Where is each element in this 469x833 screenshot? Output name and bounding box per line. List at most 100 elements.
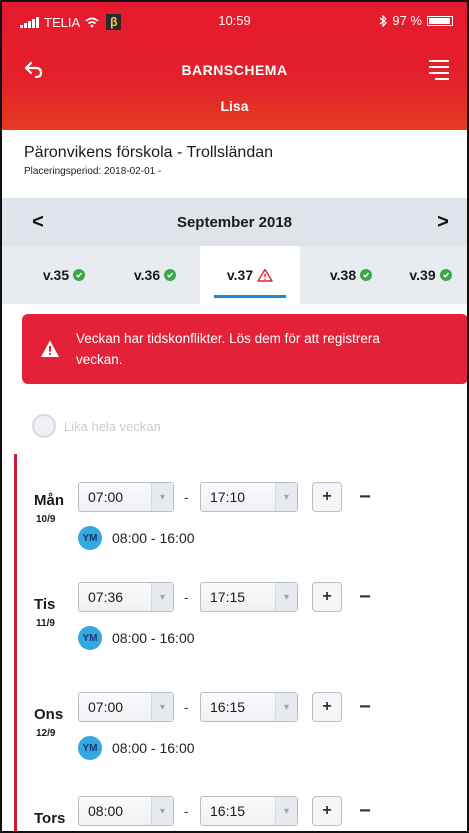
- day-name: Ons: [34, 706, 64, 723]
- chevron-down-icon: ▾: [151, 693, 173, 721]
- bluetooth-icon: [379, 14, 388, 27]
- chevron-down-icon: ▾: [275, 483, 297, 511]
- tab-week-38[interactable]: v.38: [310, 246, 392, 304]
- minus-icon: −: [359, 485, 371, 508]
- chevron-down-icon: ▾: [275, 693, 297, 721]
- check-circle-icon: [360, 269, 373, 281]
- end-time-value: 17:15: [210, 589, 246, 605]
- week-label: v.38: [329, 267, 357, 283]
- battery-percent: 97 %: [392, 13, 422, 28]
- week-label: v.37: [226, 267, 254, 283]
- start-time-select[interactable]: 07:00 ▾: [78, 692, 174, 722]
- warning-triangle-icon: [257, 268, 273, 282]
- chevron-down-icon: ▾: [151, 583, 173, 611]
- month-navigation: < September 2018 >: [2, 198, 467, 246]
- plus-icon: +: [322, 488, 332, 505]
- end-time-value: 16:15: [210, 803, 246, 819]
- end-time-select[interactable]: 17:15 ▾: [200, 582, 298, 612]
- plus-icon: +: [322, 802, 332, 819]
- week-tabs: v.35 v.36 v.37 v.38 v.39: [2, 246, 467, 304]
- app-frame: TELIA β 10:59 97 % BARNSCHEMA Lisa Päron…: [0, 0, 469, 833]
- time-separator: -: [184, 589, 189, 605]
- chevron-down-icon: ▾: [275, 797, 297, 825]
- check-circle-icon: [439, 269, 452, 281]
- toggle-circle-icon: [32, 414, 56, 438]
- menu-icon-line: [429, 60, 449, 62]
- week-label: v.36: [133, 267, 161, 283]
- remove-time-button[interactable]: −: [356, 796, 374, 826]
- end-time-select[interactable]: 16:15 ▾: [200, 796, 298, 826]
- week-label: v.35: [42, 267, 70, 283]
- school-name: Päronvikens förskola - Trollsländan: [24, 144, 274, 161]
- status-right: 97 %: [379, 13, 453, 28]
- chevron-down-icon: ▾: [275, 583, 297, 611]
- time-separator: -: [184, 803, 189, 819]
- add-time-button[interactable]: +: [312, 796, 342, 826]
- menu-button[interactable]: [421, 56, 449, 84]
- tab-week-35[interactable]: v.35: [24, 246, 104, 304]
- day-name: Tis: [34, 596, 56, 613]
- minus-icon: −: [359, 585, 371, 608]
- time-separator: -: [184, 699, 189, 715]
- day-date: 12/9: [36, 728, 56, 739]
- start-time-value: 07:00: [88, 699, 124, 715]
- day-date: 10/9: [36, 514, 56, 525]
- month-label: September 2018: [176, 213, 293, 231]
- page-title: BARNSCHEMA: [181, 62, 288, 78]
- staff-badge: YM: [78, 626, 102, 650]
- active-tab-indicator: [214, 295, 286, 298]
- check-circle-icon: [164, 269, 177, 281]
- same-week-label: Lika hela veckan: [64, 418, 161, 434]
- menu-icon-line: [429, 72, 449, 74]
- start-time-select[interactable]: 08:00 ▾: [78, 796, 174, 826]
- start-time-value: 07:36: [88, 589, 124, 605]
- check-circle-icon: [73, 269, 86, 281]
- app-header: TELIA β 10:59 97 % BARNSCHEMA Lisa: [2, 2, 467, 130]
- remove-time-button[interactable]: −: [356, 692, 374, 722]
- time-separator: -: [184, 489, 189, 505]
- start-time-value: 08:00: [88, 803, 124, 819]
- add-time-button[interactable]: +: [312, 582, 342, 612]
- remove-time-button[interactable]: −: [356, 482, 374, 512]
- remove-time-button[interactable]: −: [356, 582, 374, 612]
- prev-month-button[interactable]: <: [24, 208, 52, 236]
- alert-message: Veckan har tidskonflikter. Lös dem för a…: [76, 331, 380, 367]
- tab-week-36[interactable]: v.36: [114, 246, 196, 304]
- end-time-select[interactable]: 17:10 ▾: [200, 482, 298, 512]
- plus-icon: +: [322, 588, 332, 605]
- chevron-right-icon: >: [437, 210, 449, 233]
- end-time-select[interactable]: 16:15 ▾: [200, 692, 298, 722]
- same-week-toggle[interactable]: Lika hela veckan: [32, 414, 161, 438]
- scheduled-time: 08:00 - 16:00: [112, 740, 195, 756]
- conflict-alert: Veckan har tidskonflikter. Lös dem för a…: [22, 314, 467, 384]
- end-time-value: 16:15: [210, 699, 246, 715]
- tab-week-37[interactable]: v.37: [200, 246, 300, 304]
- child-name: Lisa: [220, 98, 249, 114]
- placement-period: Placeringsperiod: 2018-02-01 -: [24, 166, 162, 177]
- end-time-value: 17:10: [210, 489, 246, 505]
- day-name: Mån: [34, 492, 64, 509]
- menu-icon-line: [435, 78, 449, 80]
- next-month-button[interactable]: >: [429, 208, 457, 236]
- battery-icon: [427, 15, 453, 26]
- chevron-down-icon: ▾: [151, 797, 173, 825]
- menu-icon-line: [429, 66, 449, 68]
- week-label: v.39: [409, 267, 436, 283]
- chevron-down-icon: ▾: [151, 483, 173, 511]
- minus-icon: −: [359, 799, 371, 822]
- minus-icon: −: [359, 695, 371, 718]
- scheduled-time: 08:00 - 16:00: [112, 530, 195, 546]
- warning-icon: [41, 340, 59, 357]
- start-time-select[interactable]: 07:00 ▾: [78, 482, 174, 512]
- start-time-select[interactable]: 07:36 ▾: [78, 582, 174, 612]
- scheduled-time: 08:00 - 16:00: [112, 630, 195, 646]
- plus-icon: +: [322, 698, 332, 715]
- day-name: Tors: [34, 810, 66, 827]
- add-time-button[interactable]: +: [312, 692, 342, 722]
- start-time-value: 07:00: [88, 489, 124, 505]
- school-info: Päronvikens förskola - Trollsländan Plac…: [2, 130, 467, 196]
- staff-badge: YM: [78, 526, 102, 550]
- add-time-button[interactable]: +: [312, 482, 342, 512]
- tab-week-39[interactable]: v.39: [394, 246, 467, 304]
- day-date: 11/9: [36, 618, 55, 629]
